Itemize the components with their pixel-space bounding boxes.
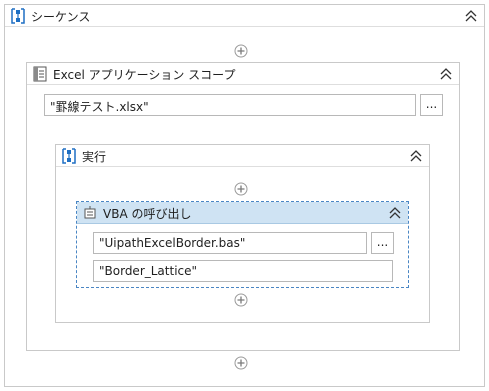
sequence-icon <box>11 8 25 24</box>
collapse-icon[interactable] <box>464 9 478 23</box>
excel-scope-title: Excel アプリケーション スコープ <box>53 68 236 82</box>
execute-title: 実行 <box>82 150 107 164</box>
execute-header[interactable]: 実行 <box>56 145 429 167</box>
collapse-icon[interactable] <box>439 67 453 81</box>
invoke-vba-title: VBA の呼び出し <box>103 207 192 221</box>
add-activity-plus-icon[interactable] <box>234 182 248 196</box>
collapse-icon[interactable] <box>388 206 402 220</box>
sequence-icon <box>62 148 76 164</box>
add-activity-plus-icon[interactable] <box>234 44 248 58</box>
entry-method-name-input[interactable]: "Border_Lattice" <box>93 260 393 282</box>
add-activity-plus-icon[interactable] <box>234 356 248 370</box>
excel-scope-header[interactable]: Excel アプリケーション スコープ <box>27 63 459 85</box>
invoke-vba-header[interactable]: VBA の呼び出し <box>77 202 408 224</box>
workbook-browse-button[interactable]: ... <box>420 94 443 116</box>
sequence-title: シーケンス <box>31 10 91 24</box>
add-activity-plus-icon[interactable] <box>234 293 248 307</box>
invoke-vba-icon <box>84 206 96 219</box>
code-file-browse-button[interactable]: ... <box>371 232 394 254</box>
code-file-path-input[interactable]: "UipathExcelBorder.bas" <box>93 232 367 254</box>
sequence-header[interactable]: シーケンス <box>5 5 484 27</box>
workbook-path-input[interactable]: "罫線テスト.xlsx" <box>44 94 416 116</box>
excel-scope-icon <box>33 66 47 82</box>
collapse-icon[interactable] <box>409 149 423 163</box>
